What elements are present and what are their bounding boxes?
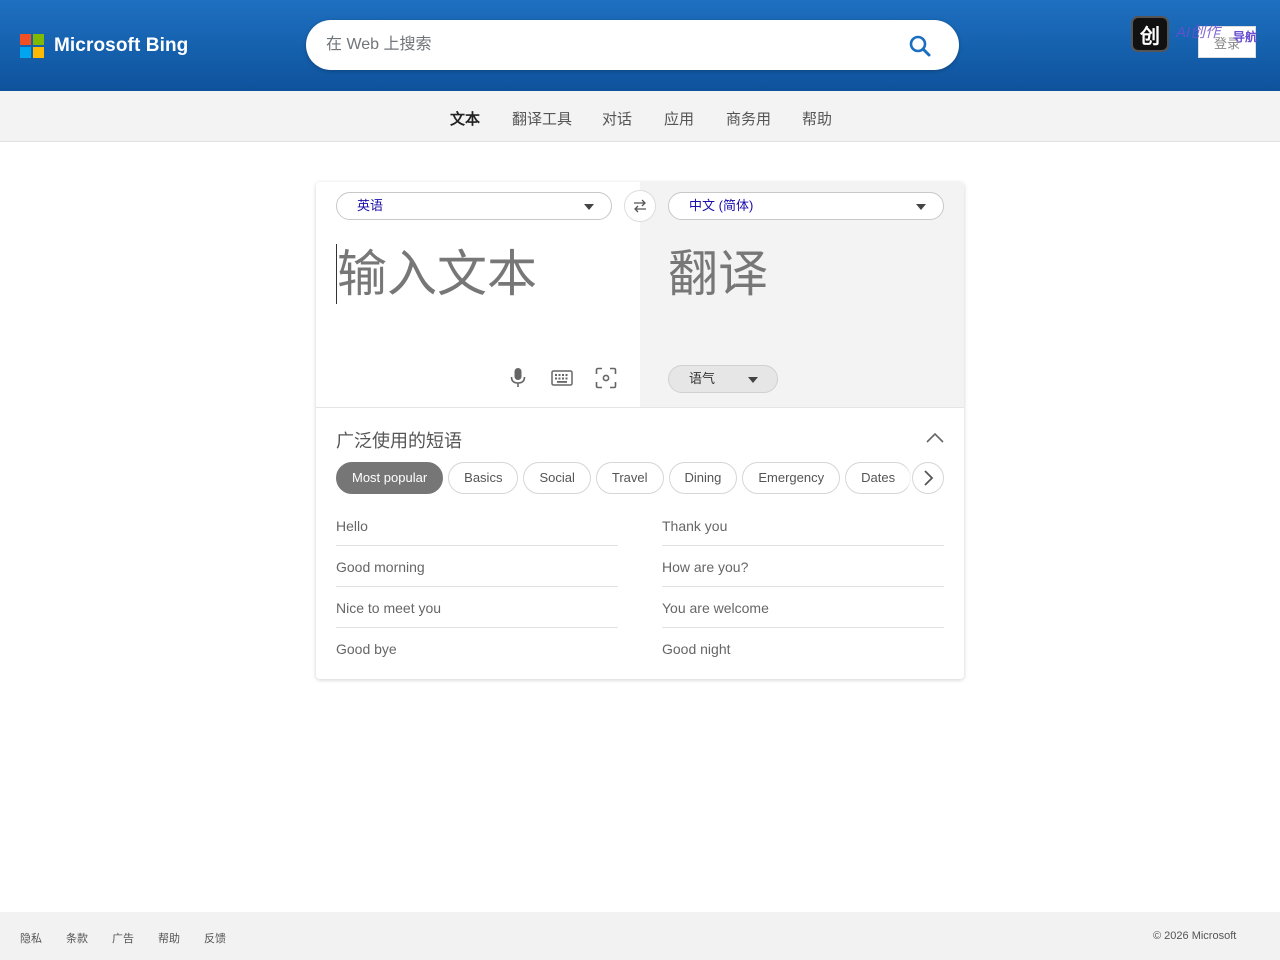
- header: Microsoft Bing 登录 创 AI创作 导航: [0, 0, 1280, 91]
- phrase-item[interactable]: How are you?: [662, 546, 944, 587]
- tab-apps[interactable]: 应用: [664, 108, 694, 129]
- translation-output: 翻译: [668, 245, 768, 303]
- phrase-item[interactable]: Thank you: [662, 505, 944, 546]
- phrase-item[interactable]: Good morning: [336, 546, 618, 587]
- footer: 隐私 条款 广告 帮助 反馈 © 2026 Microsoft: [0, 912, 1280, 960]
- phrase-item[interactable]: Hello: [336, 505, 618, 546]
- chevron-down-icon: [584, 204, 594, 210]
- search-input[interactable]: [326, 20, 886, 70]
- search-box: [306, 20, 959, 70]
- tab-help[interactable]: 帮助: [802, 108, 832, 129]
- swap-languages-button[interactable]: [624, 190, 656, 222]
- chip-most-popular[interactable]: Most popular: [336, 462, 444, 494]
- tab-text[interactable]: 文本: [450, 108, 480, 129]
- chip-basics[interactable]: Basics: [448, 462, 519, 494]
- copyright: © 2026 Microsoft: [1153, 930, 1237, 942]
- phrases-title: 广泛使用的短语: [336, 431, 462, 451]
- tab-conversation[interactable]: 对话: [602, 108, 632, 129]
- chip-social[interactable]: Social: [523, 462, 591, 494]
- search-icon[interactable]: [906, 32, 934, 60]
- phrase-item[interactable]: Good bye: [336, 628, 618, 669]
- target-language-select[interactable]: 中文 (简体): [668, 192, 944, 220]
- chevron-down-icon: [748, 377, 758, 383]
- tab-translator-tools[interactable]: 翻译工具: [512, 108, 572, 129]
- phrase-item[interactable]: Nice to meet you: [336, 587, 618, 628]
- microphone-icon[interactable]: [505, 365, 531, 391]
- divider: [316, 407, 964, 408]
- chip-emergency[interactable]: Emergency: [742, 462, 841, 494]
- microsoft-logo-icon: [20, 34, 44, 58]
- chevron-down-icon: [916, 204, 926, 210]
- phrase-list-left: Hello Good morning Nice to meet you Good…: [336, 505, 618, 669]
- chevron-up-icon[interactable]: [924, 428, 946, 448]
- phrase-item[interactable]: Good night: [662, 628, 944, 669]
- chip-dates[interactable]: Dates: [845, 462, 912, 494]
- footer-link-ads[interactable]: 广告: [112, 930, 134, 946]
- chip-travel[interactable]: Travel: [595, 462, 664, 494]
- footer-link-help[interactable]: 帮助: [158, 930, 180, 946]
- translator-nav: 文本 翻译工具 对话 应用 商务用 帮助: [0, 91, 1280, 142]
- target-language-label: 中文 (简体): [689, 198, 754, 213]
- phrase-item[interactable]: You are welcome: [662, 587, 944, 628]
- overlay-badge-icon[interactable]: 创: [1131, 16, 1169, 52]
- swap-icon: [634, 199, 646, 213]
- chevron-right-icon[interactable]: [912, 462, 944, 494]
- bing-logo[interactable]: Microsoft Bing: [20, 34, 188, 58]
- translator-card: 英语 中文 (简体) 输入文本 翻译 语气 广泛使用的短语 Most popul…: [316, 182, 964, 679]
- footer-link-terms[interactable]: 条款: [66, 930, 88, 946]
- phrase-list-right: Thank you How are you? You are welcome G…: [662, 505, 944, 669]
- overlay-badge-sub: 导航: [1233, 30, 1258, 44]
- footer-link-feedback[interactable]: 反馈: [204, 930, 226, 946]
- keyboard-icon[interactable]: [549, 365, 575, 391]
- footer-link-privacy[interactable]: 隐私: [20, 930, 42, 946]
- source-language-label: 英语: [357, 198, 384, 213]
- brand-name: Microsoft Bing: [54, 35, 189, 56]
- tab-business[interactable]: 商务用: [726, 108, 771, 129]
- phrase-category-chips: Most popular Basics Social Travel Dining Emer…: [336, 462, 944, 496]
- tone-label: 语气: [689, 371, 716, 386]
- source-text-input[interactable]: 输入文本: [336, 244, 620, 304]
- source-language-select[interactable]: 英语: [336, 192, 612, 220]
- chip-dining[interactable]: Dining: [668, 462, 738, 494]
- camera-scan-icon[interactable]: [593, 365, 619, 391]
- tone-select[interactable]: 语气: [668, 365, 778, 393]
- overlay-badge-text: AI创作: [1176, 24, 1221, 41]
